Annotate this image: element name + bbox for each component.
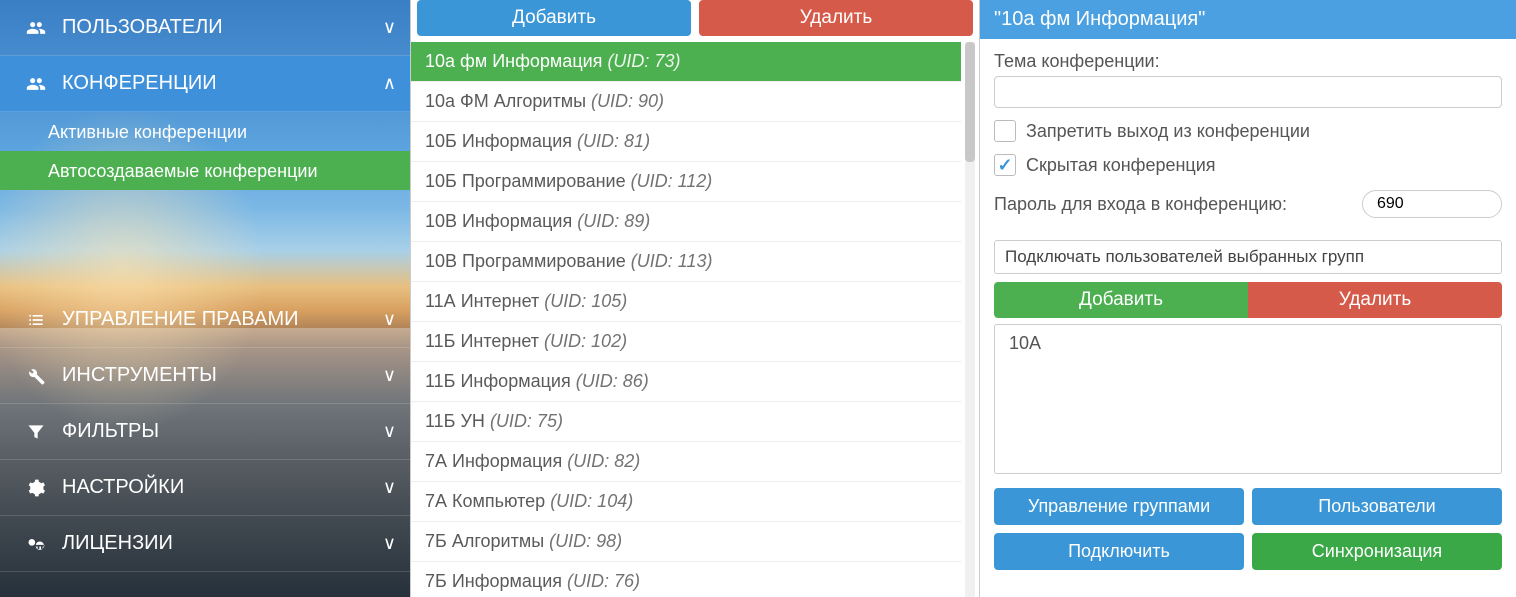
manage-groups-button[interactable]: Управление группами (994, 488, 1244, 525)
row-name: 11Б Интернет (425, 331, 544, 351)
deny-exit-checkbox[interactable] (994, 120, 1016, 142)
group-list[interactable]: 10А (994, 324, 1502, 474)
row-name: 7А Информация (425, 451, 567, 471)
conference-list-panel: Добавить Удалить 10а фм Информация (UID:… (410, 0, 980, 597)
list-item[interactable]: 10Б Информация (UID: 81) (411, 122, 961, 162)
conference-list[interactable]: 10а фм Информация (UID: 73)10а ФМ Алгори… (411, 42, 961, 597)
delete-button[interactable]: Удалить (699, 0, 973, 36)
nav-item-3[interactable]: ИНСТРУМЕНТЫ∨ (0, 348, 410, 404)
row-uid: (UID: 104) (550, 491, 633, 511)
nav-label: ЛИЦЕНЗИИ (62, 532, 383, 555)
row-uid: (UID: 98) (549, 531, 622, 551)
scrollbar[interactable] (965, 42, 975, 597)
delete-group-button[interactable]: Удалить (1248, 282, 1502, 318)
nav-item-4[interactable]: ФИЛЬТРЫ∨ (0, 404, 410, 460)
row-uid: (UID: 86) (576, 371, 649, 391)
row-uid: (UID: 75) (490, 411, 563, 431)
row-uid: (UID: 105) (544, 291, 627, 311)
topic-input[interactable] (994, 76, 1502, 108)
nav-label: ФИЛЬТРЫ (62, 420, 383, 443)
add-group-button[interactable]: Добавить (994, 282, 1248, 318)
row-uid: (UID: 81) (577, 131, 650, 151)
list-item[interactable]: 7А Информация (UID: 82) (411, 442, 961, 482)
row-name: 7Б Информация (425, 571, 567, 591)
row-name: 11Б Информация (425, 371, 576, 391)
row-uid: (UID: 76) (567, 571, 640, 591)
row-name: 10Б Программирование (425, 171, 631, 191)
nav-label: ПОЛЬЗОВАТЕЛИ (62, 16, 383, 39)
row-uid: (UID: 90) (591, 91, 664, 111)
chevron-down-icon: ∨ (383, 533, 396, 554)
list-item[interactable]: 7А Компьютер (UID: 104) (411, 482, 961, 522)
connect-mode-dropdown[interactable]: Подключать пользователей выбранных групп (994, 240, 1502, 274)
password-label: Пароль для входа в конференцию: (994, 194, 1348, 215)
row-name: 10Б Информация (425, 131, 577, 151)
scrollbar-thumb[interactable] (965, 42, 975, 162)
chevron-up-icon: ∧ (383, 73, 396, 94)
users-button[interactable]: Пользователи (1252, 488, 1502, 525)
nav-item-5[interactable]: НАСТРОЙКИ∨ (0, 460, 410, 516)
row-uid: (UID: 73) (607, 51, 680, 71)
list-item[interactable]: 10Б Программирование (UID: 112) (411, 162, 961, 202)
chevron-down-icon: ∨ (383, 365, 396, 386)
key-icon (22, 534, 50, 554)
list-item[interactable]: 7Б Информация (UID: 76) (411, 562, 961, 597)
group-item[interactable]: 10А (995, 325, 1501, 362)
hidden-label: Скрытая конференция (1026, 155, 1216, 176)
list-item[interactable]: 11Б Информация (UID: 86) (411, 362, 961, 402)
nav-label: НАСТРОЙКИ (62, 476, 383, 499)
gears-icon (22, 478, 50, 498)
connect-button[interactable]: Подключить (994, 533, 1244, 570)
users-icon (22, 18, 50, 38)
nav-label: УПРАВЛЕНИЕ ПРАВАМИ (62, 308, 383, 331)
list-item[interactable]: 10В Информация (UID: 89) (411, 202, 961, 242)
row-uid: (UID: 113) (631, 251, 713, 271)
row-name: 10В Программирование (425, 251, 631, 271)
list-item[interactable]: 10В Программирование (UID: 113) (411, 242, 961, 282)
users-icon (22, 74, 50, 94)
topic-label: Тема конференции: (994, 51, 1502, 72)
filter-icon (22, 422, 50, 442)
nav-item-6[interactable]: ЛИЦЕНЗИИ∨ (0, 516, 410, 572)
row-uid: (UID: 89) (577, 211, 650, 231)
nav-label: ИНСТРУМЕНТЫ (62, 364, 383, 387)
row-uid: (UID: 82) (567, 451, 640, 471)
nav-label: КОНФЕРЕНЦИИ (62, 72, 383, 95)
list-item[interactable]: 11А Интернет (UID: 105) (411, 282, 961, 322)
row-name: 7А Компьютер (425, 491, 550, 511)
deny-exit-label: Запретить выход из конференции (1026, 121, 1310, 142)
sync-button[interactable]: Синхронизация (1252, 533, 1502, 570)
nav-item-0[interactable]: ПОЛЬЗОВАТЕЛИ∨ (0, 0, 410, 56)
nav-item-1[interactable]: КОНФЕРЕНЦИИ∧ (0, 56, 410, 112)
conference-details-panel: "10а фм Информация" Тема конференции: За… (980, 0, 1516, 597)
row-name: 10а ФМ Алгоритмы (425, 91, 591, 111)
list-item[interactable]: 11Б УН (UID: 75) (411, 402, 961, 442)
row-name: 10а фм Информация (425, 51, 607, 71)
wrench-icon (22, 366, 50, 386)
add-button[interactable]: Добавить (417, 0, 691, 36)
row-uid: (UID: 102) (544, 331, 627, 351)
row-uid: (UID: 112) (631, 171, 713, 191)
list-item[interactable]: 10а фм Информация (UID: 73) (411, 42, 961, 82)
nav-sub-1[interactable]: Автосоздаваемые конференции (0, 151, 410, 190)
list-item[interactable]: 7Б Алгоритмы (UID: 98) (411, 522, 961, 562)
details-header: "10а фм Информация" (980, 0, 1516, 39)
nav-item-2[interactable]: УПРАВЛЕНИЕ ПРАВАМИ∨ (0, 292, 410, 348)
hidden-checkbox[interactable] (994, 154, 1016, 176)
chevron-down-icon: ∨ (383, 309, 396, 330)
row-name: 10В Информация (425, 211, 577, 231)
chevron-down-icon: ∨ (383, 17, 396, 38)
row-name: 7Б Алгоритмы (425, 531, 549, 551)
password-input[interactable] (1362, 190, 1502, 218)
list-item[interactable]: 10а ФМ Алгоритмы (UID: 90) (411, 82, 961, 122)
nav-sub-0[interactable]: Активные конференции (0, 112, 410, 151)
row-name: 11А Интернет (425, 291, 544, 311)
list-icon (22, 310, 50, 330)
list-item[interactable]: 11Б Интернет (UID: 102) (411, 322, 961, 362)
sidebar: ПОЛЬЗОВАТЕЛИ∨КОНФЕРЕНЦИИ∧Активные конфер… (0, 0, 410, 597)
chevron-down-icon: ∨ (383, 477, 396, 498)
chevron-down-icon: ∨ (383, 421, 396, 442)
row-name: 11Б УН (425, 411, 490, 431)
